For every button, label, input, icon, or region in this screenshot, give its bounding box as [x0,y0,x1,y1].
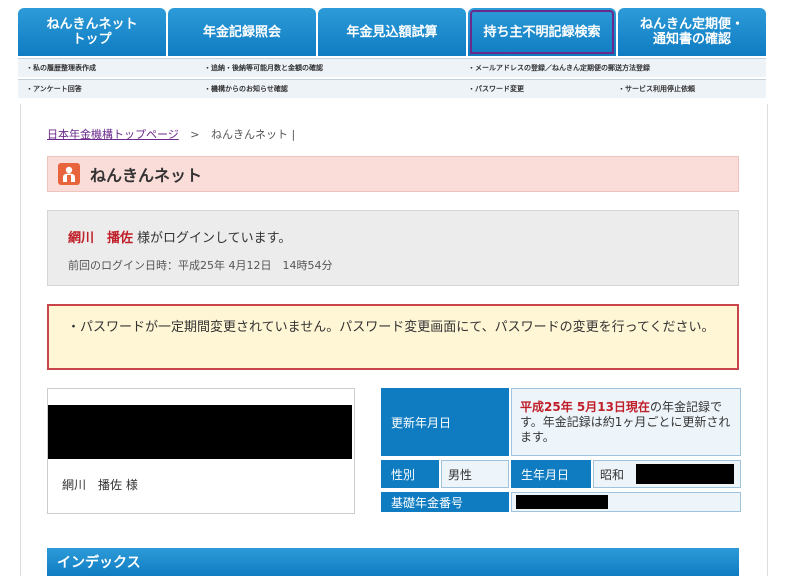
subnav-survey-link[interactable]: ・アンケート回答 [26,84,82,94]
tab-pension-record-inquiry[interactable]: 年金記録照会 [168,8,316,56]
user-name: 網川 播佐 [68,231,134,246]
updated-date-header: 更新年月日 [381,388,509,456]
subnav-notices-link[interactable]: ・機構からのお知らせ確認 [204,84,288,94]
main-content: 日本年金機構トップページ > ねんきんネット | ねんきんネット 網川 播佐 様が… [20,104,768,576]
birth-date-redacted [636,464,734,484]
gender-value: 男性 [441,460,509,488]
last-login-time: 前回のログイン日時：平成25年 4月12日 14時54分 [68,259,333,272]
breadcrumb: 日本年金機構トップページ > ねんきんネット | [47,126,295,142]
page-title-bar: ねんきんネット [47,156,739,192]
tab-regular-notice-check[interactable]: ねんきん定期便・ 通知書の確認 [618,8,766,56]
gender-header: 性別 [381,460,439,488]
updated-date-cell: 平成25年 5月13日現在の年金記録です。年金記録は約1ヶ月ごとに更新されます。 [511,388,741,456]
login-status-text: 様がログインしています。 [137,231,292,246]
page-title: ねんきんネット [90,166,203,185]
subnav-stop-service-link[interactable]: ・サービス利用停止依頼 [618,84,695,94]
birth-date-cell: 昭和 [593,460,741,488]
tab-nenkin-net-top[interactable]: ねんきんネット トップ [18,8,166,56]
subnav-email-registration-link[interactable]: ・メールアドレスの登録／ねんきん定期便の郵送方法登録 [468,63,650,73]
pension-number-cell [511,492,741,512]
updated-date-value: 平成25年 5月13日現在 [520,399,650,414]
birth-date-header: 生年月日 [511,460,591,488]
breadcrumb-current: ねんきんネット | [211,128,296,141]
password-warning: ・パスワードが一定期間変更されていません。パスワード変更画面にて、パスワードの変… [47,304,739,370]
birth-date-era: 昭和 [600,467,625,482]
breadcrumb-separator: > [190,128,200,141]
redacted-block [48,405,352,459]
top-nav-tabs: ねんきんネット トップ 年金記録照会 年金見込額試算 持ち主不明記録検索 ねんき… [18,8,766,56]
login-status-box: 網川 播佐 様がログインしています。 前回のログイン日時：平成25年 4月12日 … [47,210,739,286]
subnav-late-payment-link[interactable]: ・追納・後納等可能月数と金額の確認 [204,63,323,73]
user-name-label: 網川 播佐 様 [62,478,138,492]
index-section-header: インデックス [47,548,739,576]
tab-pension-estimate[interactable]: 年金見込額試算 [318,8,466,56]
subnav-history-sheet-link[interactable]: ・私の履歴整理表作成 [26,63,96,73]
pension-number-redacted [516,495,608,509]
pension-number-header: 基礎年金番号 [381,492,509,512]
subnav-row-1: ・私の履歴整理表作成 ・追納・後納等可能月数と金額の確認 ・メールアドレスの登録… [18,58,766,77]
subnav-row-2: ・アンケート回答 ・機構からのお知らせ確認 ・パスワード変更 ・サービス利用停止… [18,79,766,98]
user-name-panel: 網川 播佐 様 [47,388,355,514]
subnav-password-change-link[interactable]: ・パスワード変更 [468,84,524,94]
updated-date-text: 平成25年 5月13日現在の年金記録です。年金記録は約1ヶ月ごとに更新されます。 [512,396,740,449]
tab-unknown-owner-record-search[interactable]: 持ち主不明記録検索 [468,8,616,56]
breadcrumb-home-link[interactable]: 日本年金機構トップページ [47,128,179,141]
record-info-table: 更新年月日 平成25年 5月13日現在の年金記録です。年金記録は約1ヶ月ごとに更… [381,388,741,512]
person-icon [58,163,80,185]
login-status-line: 網川 播佐 様がログインしています。 [68,227,291,246]
